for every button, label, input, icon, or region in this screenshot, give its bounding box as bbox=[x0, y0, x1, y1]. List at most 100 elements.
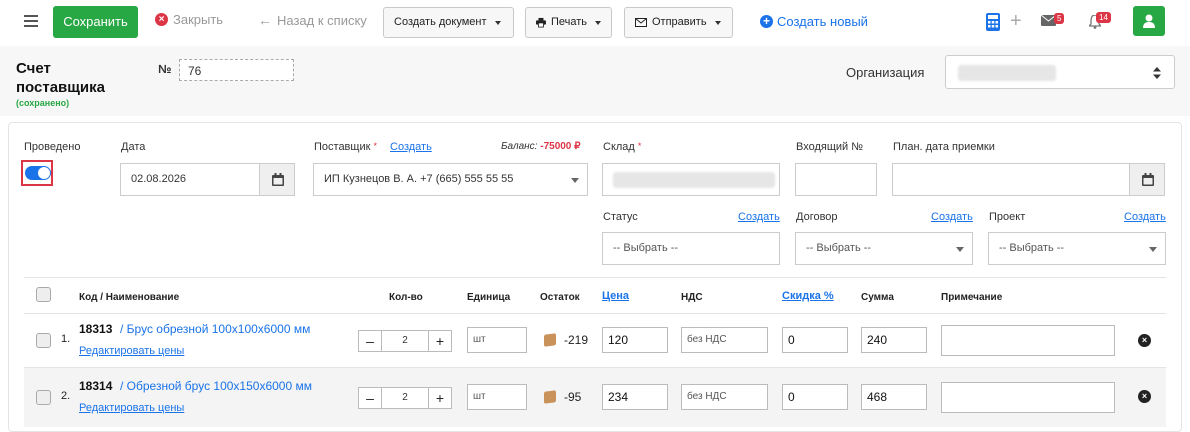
printer-icon bbox=[536, 17, 546, 28]
column-qty: Кол-во bbox=[389, 292, 423, 303]
organization-select[interactable] bbox=[945, 55, 1175, 89]
save-button[interactable]: Сохранить bbox=[53, 6, 138, 38]
calculator-icon[interactable] bbox=[986, 13, 1000, 31]
unit-input[interactable]: шт bbox=[467, 327, 527, 353]
column-sum: Сумма bbox=[861, 292, 894, 303]
row-checkbox[interactable] bbox=[36, 390, 51, 405]
plus-icon[interactable]: + bbox=[1010, 10, 1022, 33]
warehouse-label: Склад * bbox=[603, 141, 641, 153]
remove-row-icon[interactable]: × bbox=[1138, 334, 1151, 347]
incoming-number-label: Входящий № bbox=[796, 141, 864, 153]
row-checkbox[interactable] bbox=[36, 333, 51, 348]
decrement-button[interactable]: – bbox=[358, 387, 382, 409]
sum-input[interactable]: 240 bbox=[861, 327, 927, 353]
plan-date-input[interactable] bbox=[892, 163, 1130, 196]
supplier-value: ИП Кузнецов В. А. +7 (665) 555 55 55 bbox=[324, 173, 514, 185]
chevron-down-icon bbox=[1149, 247, 1157, 252]
status-select[interactable]: -- Выбрать -- bbox=[602, 232, 780, 265]
select-all-checkbox[interactable] bbox=[36, 287, 51, 302]
send-label: Отправить bbox=[652, 16, 707, 28]
price-input[interactable]: 234 bbox=[602, 384, 668, 410]
required-marker: * bbox=[373, 141, 377, 151]
item-name-link[interactable]: / Обрезной брус 100х150х6000 мм bbox=[120, 379, 312, 393]
note-input[interactable] bbox=[941, 382, 1115, 413]
top-toolbar: Сохранить × Закрыть ← Назад к списку Соз… bbox=[0, 0, 1190, 46]
supplier-create-link[interactable]: Создать bbox=[390, 141, 432, 153]
row-index: 2. bbox=[61, 390, 71, 402]
warehouse-select[interactable] bbox=[602, 163, 780, 196]
stock-value: -219 bbox=[564, 333, 589, 347]
create-new-label: Создать новый bbox=[777, 14, 868, 29]
user-menu-button[interactable] bbox=[1133, 6, 1165, 36]
increment-button[interactable]: + bbox=[428, 387, 452, 409]
back-to-list-button[interactable]: ← Назад к списку bbox=[258, 12, 367, 28]
posted-label: Проведено bbox=[24, 141, 81, 153]
create-document-label: Создать документ bbox=[394, 16, 487, 28]
decrement-button[interactable]: – bbox=[358, 330, 382, 352]
date-label: Дата bbox=[121, 141, 146, 153]
chevron-down-icon bbox=[714, 20, 721, 25]
warehouse-label-text: Склад bbox=[603, 141, 635, 153]
close-label: Закрыть bbox=[173, 12, 224, 27]
project-create-link[interactable]: Создать bbox=[1124, 211, 1166, 223]
status-create-link[interactable]: Создать bbox=[738, 211, 780, 223]
increment-button[interactable]: + bbox=[428, 330, 452, 352]
unit-input[interactable]: шт bbox=[467, 384, 527, 410]
contract-select[interactable]: -- Выбрать -- bbox=[795, 232, 973, 265]
column-price[interactable]: Цена bbox=[602, 290, 629, 302]
contract-create-link[interactable]: Создать bbox=[931, 211, 973, 223]
quantity-input[interactable]: 2 bbox=[382, 387, 428, 409]
remove-row-icon[interactable]: × bbox=[1138, 390, 1151, 403]
quantity-input[interactable]: 2 bbox=[382, 330, 428, 352]
title-line-2: поставщика bbox=[16, 79, 106, 96]
column-discount[interactable]: Скидка % bbox=[782, 290, 834, 302]
number-label: № bbox=[158, 62, 172, 76]
plus-circle-icon: + bbox=[760, 15, 773, 28]
balance-value: -75000 ₽ bbox=[540, 141, 581, 152]
quantity-stepper: – 2 + bbox=[358, 387, 452, 409]
redacted-organization bbox=[958, 65, 1056, 81]
date-input[interactable]: 02.08.2026 bbox=[120, 163, 260, 196]
column-name: Код / Наименование bbox=[79, 292, 180, 303]
create-new-button[interactable]: + Создать новый bbox=[760, 14, 868, 29]
column-note: Примечание bbox=[941, 292, 1003, 303]
vat-select[interactable]: без НДС bbox=[681, 384, 768, 410]
column-unit: Единица bbox=[467, 292, 511, 303]
discount-input[interactable]: 0 bbox=[782, 327, 848, 353]
title-line-1: Счет bbox=[16, 60, 51, 77]
send-dropdown[interactable]: Отправить bbox=[624, 7, 733, 38]
organization-label: Организация bbox=[846, 65, 925, 80]
supplier-select[interactable]: ИП Кузнецов В. А. +7 (665) 555 55 55 bbox=[313, 163, 588, 196]
posted-toggle[interactable] bbox=[25, 166, 51, 180]
column-vat: НДС bbox=[681, 292, 703, 303]
close-button[interactable]: × Закрыть bbox=[155, 12, 223, 27]
box-icon bbox=[544, 390, 556, 404]
arrow-left-icon: ← bbox=[258, 12, 272, 28]
price-input[interactable]: 120 bbox=[602, 327, 668, 353]
sum-input[interactable]: 468 bbox=[861, 384, 927, 410]
menu-icon[interactable] bbox=[24, 15, 38, 27]
edit-prices-link[interactable]: Редактировать цены bbox=[79, 402, 184, 414]
note-input[interactable] bbox=[941, 325, 1115, 356]
required-marker: * bbox=[637, 141, 642, 151]
redacted-warehouse bbox=[613, 172, 775, 188]
document-number-input[interactable]: 76 bbox=[179, 59, 294, 81]
date-picker-button[interactable] bbox=[259, 163, 295, 196]
project-select[interactable]: -- Выбрать -- bbox=[988, 232, 1166, 265]
row-index: 1. bbox=[61, 333, 71, 345]
quantity-stepper: – 2 + bbox=[358, 330, 452, 352]
envelope-icon bbox=[635, 18, 647, 27]
calendar-icon bbox=[1142, 173, 1154, 186]
plan-date-picker-button[interactable] bbox=[1129, 163, 1165, 196]
vat-select[interactable]: без НДС bbox=[681, 327, 768, 353]
print-dropdown[interactable]: Печать bbox=[525, 7, 612, 38]
create-document-dropdown[interactable]: Создать документ bbox=[383, 7, 514, 38]
user-icon bbox=[1143, 14, 1155, 28]
item-name-link[interactable]: / Брус обрезной 100х100х6000 мм bbox=[120, 322, 310, 336]
discount-input[interactable]: 0 bbox=[782, 384, 848, 410]
status-label: Статус bbox=[603, 211, 638, 223]
supplier-label-text: Поставщик bbox=[314, 141, 371, 153]
incoming-number-input[interactable] bbox=[795, 163, 877, 196]
edit-prices-link[interactable]: Редактировать цены bbox=[79, 345, 184, 357]
calendar-icon bbox=[272, 173, 284, 186]
